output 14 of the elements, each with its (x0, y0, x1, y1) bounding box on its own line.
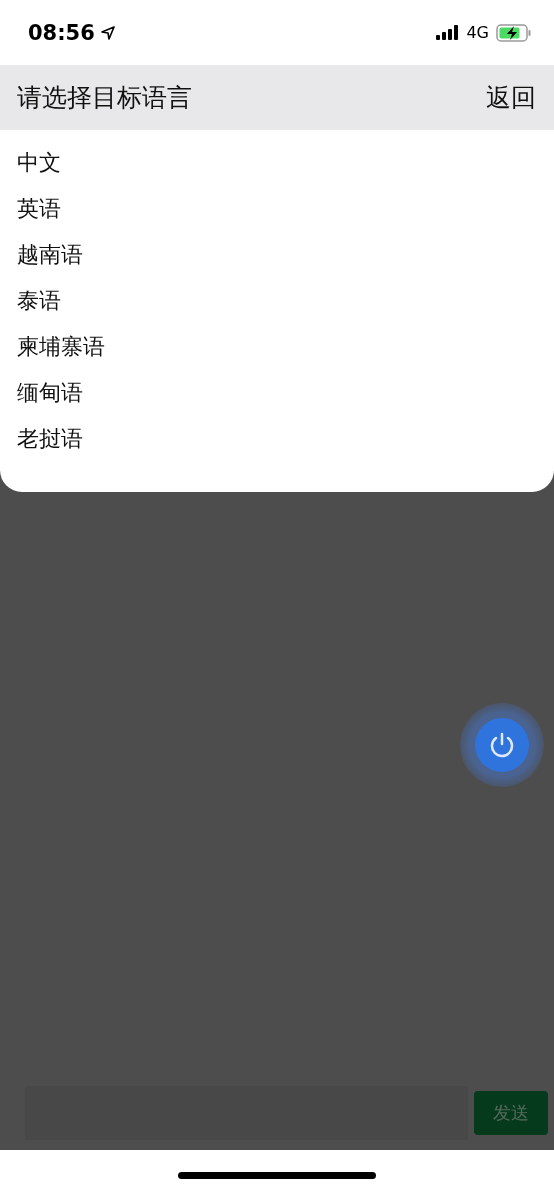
battery-charging-icon (496, 23, 532, 42)
location-arrow-icon (100, 25, 115, 40)
language-item[interactable]: 英语 (0, 186, 78, 232)
status-time: 08:56 (28, 20, 95, 45)
signal-icon (436, 25, 461, 40)
language-item[interactable]: 越南语 (0, 232, 100, 278)
language-item[interactable]: 缅甸语 (0, 370, 100, 416)
language-item[interactable]: 泰语 (0, 278, 78, 324)
header-title: 请选择目标语言 (17, 82, 192, 114)
network-label: 4G (466, 23, 489, 42)
language-item[interactable]: 柬埔寨语 (0, 324, 122, 370)
back-button[interactable]: 返回 (486, 81, 536, 114)
language-item[interactable]: 中文 (0, 140, 78, 186)
language-item[interactable]: 老挝语 (0, 416, 100, 462)
